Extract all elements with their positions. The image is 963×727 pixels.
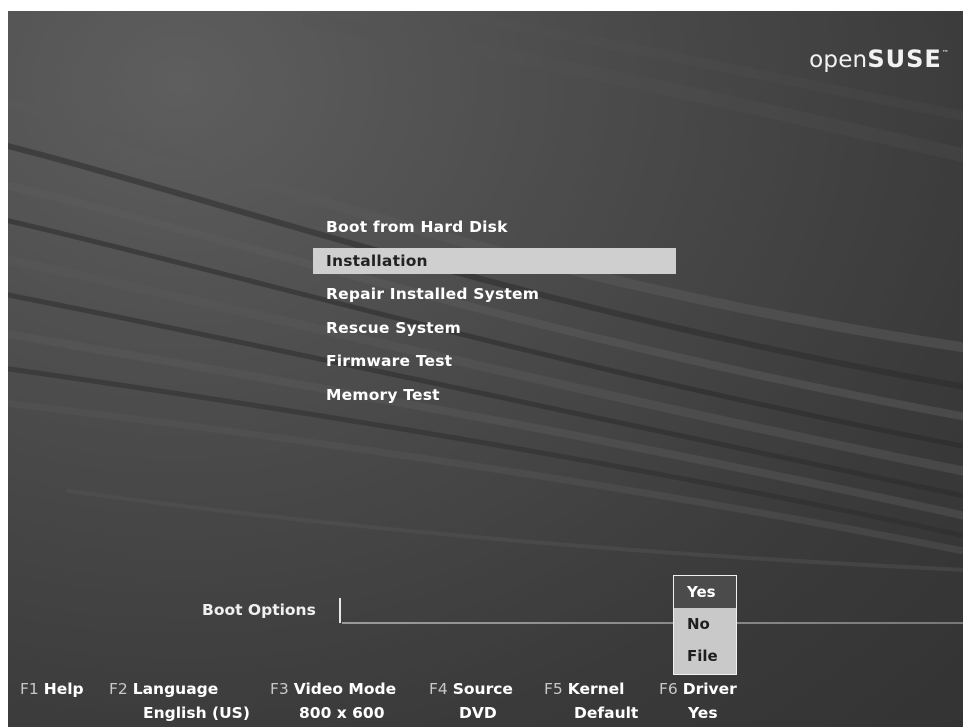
menu-item-rescue-system[interactable]: Rescue System bbox=[313, 315, 676, 341]
dropdown-option-no[interactable]: No bbox=[674, 608, 736, 640]
fkey-name: Driver bbox=[682, 680, 737, 698]
fkey-value: English (US) bbox=[143, 704, 250, 722]
fkey-f2-language[interactable]: F2 Language English (US) bbox=[109, 678, 250, 722]
boot-menu: Boot from Hard Disk Installation Repair … bbox=[313, 214, 676, 415]
menu-item-memory-test[interactable]: Memory Test bbox=[313, 382, 676, 408]
opensuse-logo: openSUSE™ bbox=[809, 45, 949, 73]
fkey-f1-help[interactable]: F1 Help bbox=[20, 678, 84, 700]
driver-dropdown[interactable]: Yes No File bbox=[673, 575, 737, 675]
logo-text-bold: SUSE bbox=[867, 45, 942, 73]
fkey-label: F2 bbox=[109, 680, 128, 698]
fkey-f5-kernel[interactable]: F5 Kernel Default bbox=[544, 678, 638, 722]
boot-options-label: Boot Options bbox=[202, 601, 316, 619]
dropdown-option-yes[interactable]: Yes bbox=[674, 576, 736, 608]
fkey-name: Source bbox=[452, 680, 513, 698]
menu-item-installation[interactable]: Installation bbox=[313, 247, 676, 274]
fkey-name: Language bbox=[132, 680, 219, 698]
boot-options-input[interactable] bbox=[344, 599, 678, 623]
fkey-name: Video Mode bbox=[293, 680, 397, 698]
fkey-value: Default bbox=[574, 704, 639, 722]
fkey-value: 800 x 600 bbox=[299, 704, 385, 722]
fkey-value: Yes bbox=[688, 704, 718, 722]
fkey-label: F6 bbox=[659, 680, 678, 698]
function-key-bar: F1 Help F2 Language English (US) F3 Vide… bbox=[8, 678, 963, 727]
boot-options-underline bbox=[342, 622, 963, 624]
fkey-name: Help bbox=[43, 680, 84, 698]
text-cursor bbox=[339, 598, 341, 623]
menu-item-boot-from-hard-disk[interactable]: Boot from Hard Disk bbox=[313, 214, 676, 240]
fkey-f3-video-mode[interactable]: F3 Video Mode 800 x 600 bbox=[270, 678, 397, 722]
menu-item-firmware-test[interactable]: Firmware Test bbox=[313, 348, 676, 374]
logo-text-light: open bbox=[809, 47, 868, 73]
fkey-value: DVD bbox=[459, 704, 497, 722]
fkey-label: F1 bbox=[20, 680, 39, 698]
menu-item-repair-installed-system[interactable]: Repair Installed System bbox=[313, 281, 676, 307]
fkey-label: F5 bbox=[544, 680, 563, 698]
logo-trademark: ™ bbox=[941, 49, 949, 57]
fkey-label: F3 bbox=[270, 680, 289, 698]
fkey-label: F4 bbox=[429, 680, 448, 698]
boot-screen: openSUSE™ Boot from Hard Disk Installati… bbox=[8, 11, 963, 727]
fkey-f6-driver[interactable]: F6 Driver Yes bbox=[659, 678, 737, 722]
fkey-name: Kernel bbox=[567, 680, 625, 698]
fkey-f4-source[interactable]: F4 Source DVD bbox=[429, 678, 513, 722]
dropdown-option-file[interactable]: File bbox=[674, 640, 736, 672]
